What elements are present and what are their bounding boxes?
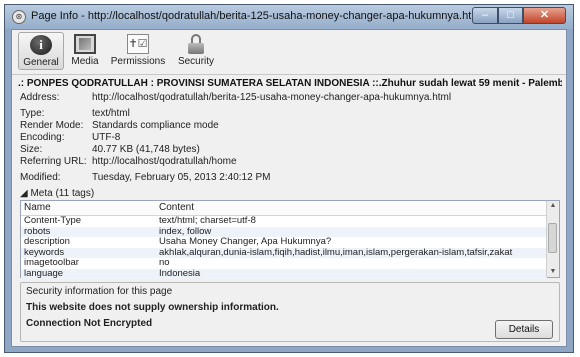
type-value[interactable]: text/html xyxy=(92,108,130,119)
type-label: Type: xyxy=(20,108,45,119)
column-header-content[interactable]: Content xyxy=(159,202,194,213)
table-row[interactable]: robots index, follow xyxy=(21,226,547,237)
render-mode-value[interactable]: Standards compliance mode xyxy=(92,120,219,131)
render-mode-label: Render Mode: xyxy=(20,120,84,131)
meta-table-rows: Content-Type text/html; charset=utf-8 ro… xyxy=(21,216,547,279)
tab-general-label: General xyxy=(23,57,59,68)
meta-content-cell: text/html; charset=utf-8 xyxy=(159,216,256,226)
table-row[interactable]: keywords akhlak,alquran,dunia-islam,fiqi… xyxy=(21,247,547,258)
tab-media-label: Media xyxy=(71,56,99,67)
table-row[interactable]: description Usaha Money Changer, Apa Huk… xyxy=(21,237,547,248)
details-button[interactable]: Details xyxy=(495,320,553,339)
meta-name-cell: language xyxy=(24,268,64,279)
meta-content-cell: Indonesia xyxy=(159,268,201,279)
encoding-value[interactable]: UTF-8 xyxy=(92,132,120,143)
meta-content-cell: Usaha Money Changer, Apa Hukumnya? xyxy=(159,237,332,247)
table-row[interactable]: Content-Type text/html; charset=utf-8 xyxy=(21,216,547,227)
address-label: Address: xyxy=(20,92,60,103)
meta-name-cell: keywords xyxy=(24,247,65,258)
scrollbar-thumb[interactable] xyxy=(548,223,557,253)
info-icon: i xyxy=(30,35,52,55)
scroll-up-icon[interactable]: ▲ xyxy=(547,201,559,211)
permissions-icon: ✝☑ xyxy=(127,34,149,54)
meta-table-scrollbar[interactable]: ▲ ▼ xyxy=(546,201,559,277)
tab-permissions[interactable]: ✝☑ Permissions xyxy=(106,32,170,70)
toolbar-divider xyxy=(12,74,566,75)
app-icon[interactable]: ⊛ xyxy=(12,10,26,24)
size-value[interactable]: 40.77 KB (41,748 bytes) xyxy=(92,144,200,155)
page-info-tabs: i General Media ✝☑ Permissions Security xyxy=(18,32,222,70)
modified-value[interactable]: Tuesday, February 05, 2013 2:40:12 PM xyxy=(92,172,270,183)
scroll-down-icon[interactable]: ▼ xyxy=(547,267,559,277)
page-info-window: ⊛ Page Info - http://localhost/qodratull… xyxy=(4,4,574,353)
minimize-button[interactable]: – xyxy=(472,7,498,24)
meta-name-cell: imagetoolbar xyxy=(24,258,79,268)
modified-label: Modified: xyxy=(20,172,61,183)
address-value[interactable]: http://localhost/qodratullah/berita-125-… xyxy=(92,92,451,103)
window-title: Page Info - http://localhost/qodratullah… xyxy=(31,10,483,22)
meta-content-cell: akhlak,alquran,dunia-islam,fiqih,hadist,… xyxy=(159,247,513,258)
encoding-label: Encoding: xyxy=(20,132,65,143)
lock-icon xyxy=(185,34,207,54)
tab-media[interactable]: Media xyxy=(64,32,106,70)
meta-content-cell: no xyxy=(159,258,170,268)
security-info-group: Security information for this page This … xyxy=(20,282,560,342)
tab-general[interactable]: i General xyxy=(18,32,64,70)
referring-url-label: Referring URL: xyxy=(20,156,87,167)
ownership-info: This website does not supply ownership i… xyxy=(26,302,279,313)
security-group-label: Security information for this page xyxy=(26,286,173,297)
tab-security-label: Security xyxy=(177,56,215,67)
dialog-body: i General Media ✝☑ Permissions Security … xyxy=(11,29,567,347)
meta-table-header: Name Content xyxy=(21,201,547,216)
connection-status: Connection Not Encrypted xyxy=(26,318,153,329)
tab-security[interactable]: Security xyxy=(170,32,222,70)
meta-tags-table[interactable]: Name Content Content-Type text/html; cha… xyxy=(20,200,560,279)
referring-url-value[interactable]: http://localhost/qodratullah/home xyxy=(92,156,237,167)
close-button[interactable]: ✕ xyxy=(523,7,566,24)
size-label: Size: xyxy=(20,144,43,155)
meta-name-cell: Content-Type xyxy=(24,216,82,226)
column-header-name[interactable]: Name xyxy=(24,202,51,213)
meta-content-cell: index, follow xyxy=(159,226,212,237)
tab-permissions-label: Permissions xyxy=(110,56,166,67)
meta-name-cell: description xyxy=(24,237,70,247)
page-title: .: PONPES QODRATULLAH : PROVINSI SUMATER… xyxy=(18,78,562,89)
table-row[interactable]: language Indonesia xyxy=(21,268,547,279)
media-icon xyxy=(74,34,96,54)
table-row[interactable]: imagetoolbar no xyxy=(21,258,547,269)
meta-section-toggle[interactable]: ◢ Meta (11 tags) xyxy=(20,188,94,199)
meta-name-cell: robots xyxy=(24,226,51,237)
title-bar[interactable]: ⊛ Page Info - http://localhost/qodratull… xyxy=(5,5,573,29)
maximize-button[interactable]: □ xyxy=(498,7,523,24)
window-controls: – □ ✕ xyxy=(472,7,566,24)
